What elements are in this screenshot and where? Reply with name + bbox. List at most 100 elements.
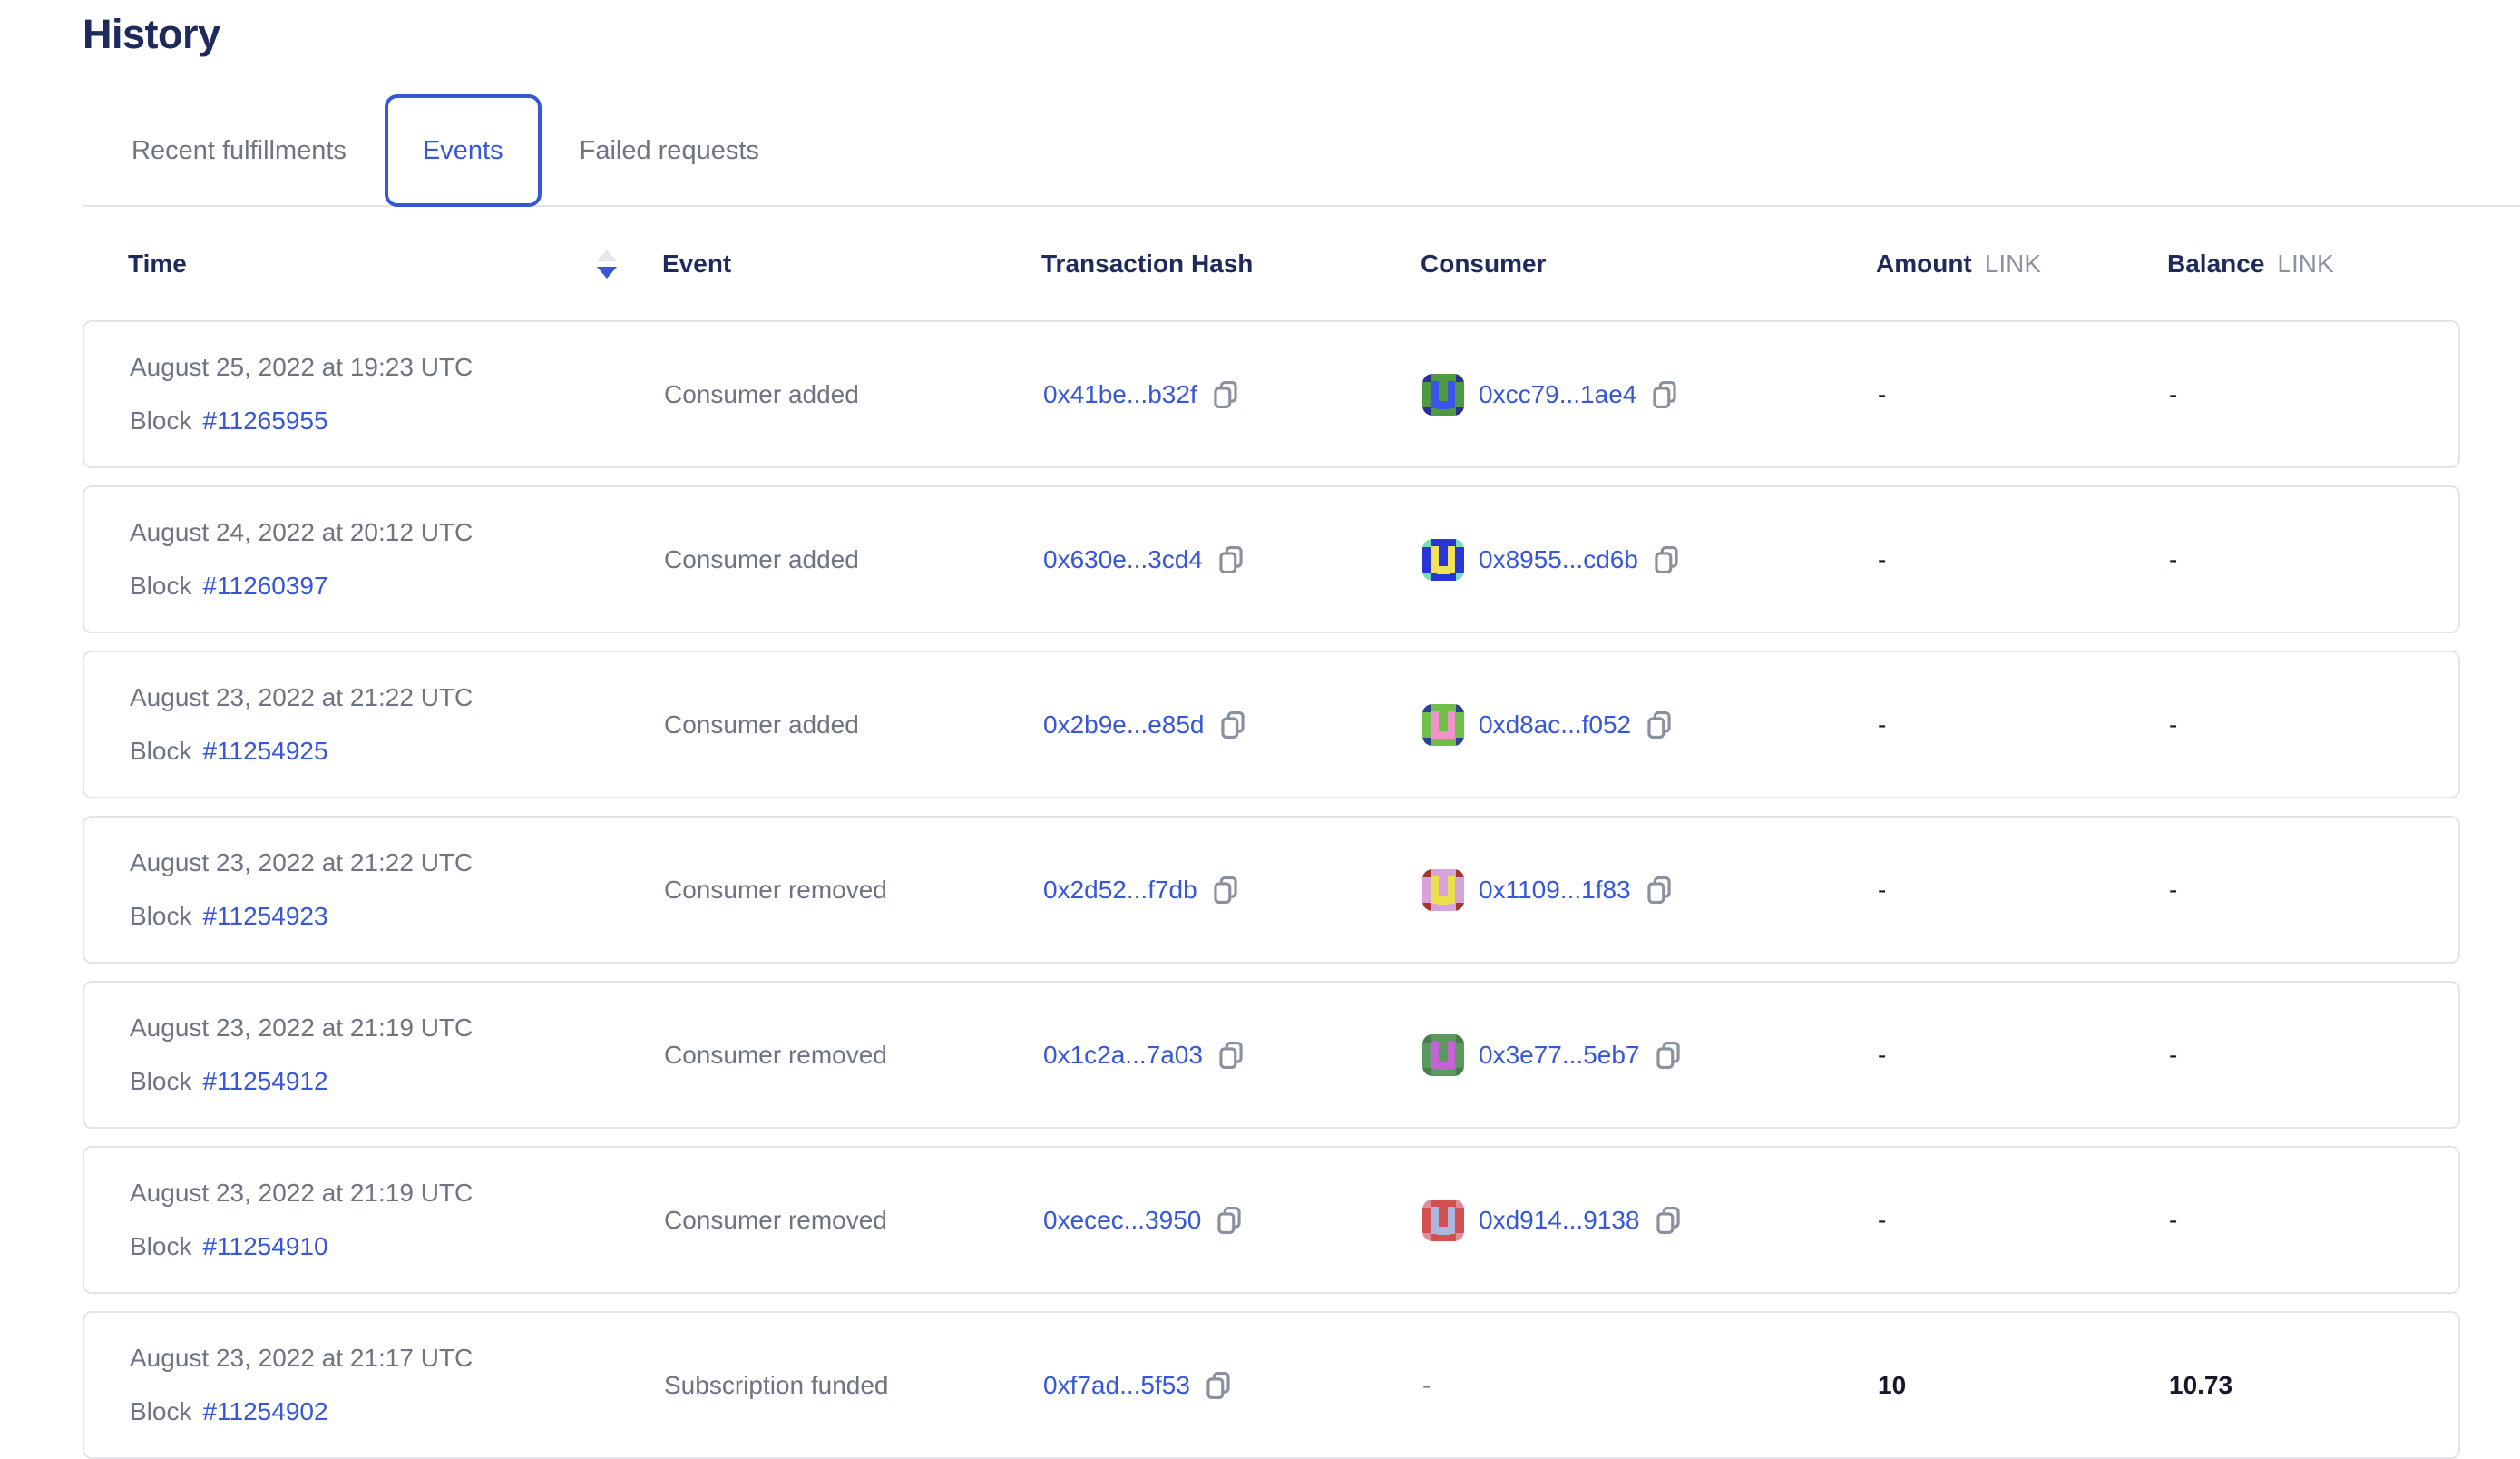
transaction-hash-link[interactable]: 0x1c2a...7a03 — [1043, 1041, 1203, 1070]
block-number-link[interactable]: #11254912 — [202, 1067, 327, 1096]
block-number-link[interactable]: #11260397 — [202, 572, 327, 601]
amount-cell: 10 — [1878, 1371, 2169, 1400]
consumer-cell: - — [1422, 1371, 1878, 1400]
copy-icon[interactable] — [1212, 380, 1239, 409]
event-timestamp: August 24, 2022 at 20:12 UTC — [130, 518, 473, 547]
event-timestamp: August 23, 2022 at 21:22 UTC — [130, 683, 473, 712]
balance-value: - — [2169, 1206, 2177, 1235]
copy-icon[interactable] — [1219, 710, 1246, 739]
column-header-balance: Balance LINK — [2167, 250, 2460, 279]
copy-icon[interactable] — [1216, 1206, 1243, 1235]
tab-failed-requests[interactable]: Failed requests — [542, 94, 797, 207]
block-number-link[interactable]: #11254910 — [202, 1232, 327, 1261]
copy-icon[interactable] — [1217, 1041, 1245, 1070]
event-type: Consumer added — [664, 380, 859, 409]
copy-icon[interactable] — [1646, 710, 1673, 739]
copy-icon[interactable] — [1651, 380, 1678, 409]
sort-desc-icon — [597, 267, 617, 279]
consumer-cell: 0x1109...1f83 — [1422, 869, 1878, 911]
copy-icon[interactable] — [1655, 1206, 1682, 1235]
event-cell: Consumer added — [664, 380, 1043, 409]
block-label: Block — [130, 902, 191, 931]
transaction-hash-link[interactable]: 0x2b9e...e85d — [1043, 710, 1205, 739]
sort-asc-icon — [597, 250, 617, 261]
event-cell: Consumer removed — [664, 876, 1043, 905]
transaction-hash-cell: 0xecec...3950 — [1043, 1206, 1422, 1235]
tab-recent-fulfillments[interactable]: Recent fulfillments — [83, 94, 385, 207]
block-line: Block #11265955 — [130, 406, 328, 436]
balance-value: - — [2169, 380, 2177, 409]
transaction-hash-link[interactable]: 0x630e...3cd4 — [1043, 545, 1203, 574]
event-row: August 25, 2022 at 19:23 UTC Block #1126… — [83, 320, 2460, 468]
transaction-hash-link[interactable]: 0x2d52...f7db — [1043, 876, 1197, 905]
page-title: History — [83, 11, 2460, 58]
time-cell: August 23, 2022 at 21:19 UTC Block #1125… — [84, 1013, 664, 1096]
consumer-address-link[interactable]: 0xd8ac...f052 — [1479, 710, 1631, 739]
consumer-address-link[interactable]: 0xd914...9138 — [1479, 1206, 1640, 1235]
copy-icon[interactable] — [1205, 1371, 1232, 1400]
amount-value: - — [1878, 380, 1886, 409]
transaction-hash-link[interactable]: 0xf7ad...5f53 — [1043, 1371, 1190, 1400]
block-number-link[interactable]: #11254925 — [202, 737, 327, 766]
balance-value: 10.73 — [2169, 1371, 2232, 1400]
event-row: August 24, 2022 at 20:12 UTC Block #1126… — [83, 485, 2460, 633]
consumer-address-link[interactable]: 0x8955...cd6b — [1479, 545, 1638, 574]
amount-column-label: Amount — [1876, 250, 1972, 279]
time-cell: August 24, 2022 at 20:12 UTC Block #1126… — [84, 518, 664, 601]
amount-value: - — [1878, 710, 1886, 739]
event-row: August 23, 2022 at 21:19 UTC Block #1125… — [83, 981, 2460, 1129]
time-column-label: Time — [128, 250, 187, 279]
copy-icon[interactable] — [1653, 545, 1680, 574]
balance-cell: 10.73 — [2169, 1371, 2458, 1400]
block-number-link[interactable]: #11265955 — [202, 406, 327, 436]
sort-indicator-icon[interactable] — [597, 250, 617, 279]
copy-icon[interactable] — [1212, 876, 1239, 905]
event-type: Consumer removed — [664, 876, 887, 905]
transaction-hash-cell: 0xf7ad...5f53 — [1043, 1371, 1422, 1400]
column-header-time[interactable]: Time — [83, 250, 662, 279]
time-cell: August 25, 2022 at 19:23 UTC Block #1126… — [84, 353, 664, 436]
event-row: August 23, 2022 at 21:17 UTC Block #1125… — [83, 1311, 2460, 1459]
consumer-cell: 0x3e77...5eb7 — [1422, 1034, 1878, 1076]
consumer-address-link[interactable]: 0x3e77...5eb7 — [1479, 1041, 1640, 1070]
balance-cell: - — [2169, 1041, 2458, 1070]
event-timestamp: August 23, 2022 at 21:22 UTC — [130, 848, 473, 877]
tab-events[interactable]: Events — [385, 94, 542, 207]
transaction-hash-link[interactable]: 0xecec...3950 — [1043, 1206, 1201, 1235]
balance-cell: - — [2169, 545, 2458, 574]
column-header-event: Event — [662, 250, 1041, 279]
identicon-avatar — [1422, 704, 1464, 746]
consumer-cell: 0xd914...9138 — [1422, 1200, 1878, 1241]
column-header-amount: Amount LINK — [1876, 250, 2167, 279]
copy-icon[interactable] — [1217, 545, 1245, 574]
event-cell: Consumer removed — [664, 1041, 1043, 1070]
block-line: Block #11254923 — [130, 902, 328, 931]
time-cell: August 23, 2022 at 21:19 UTC Block #1125… — [84, 1179, 664, 1261]
amount-cell: - — [1878, 876, 2169, 905]
identicon-avatar — [1422, 1200, 1464, 1241]
block-label: Block — [130, 737, 191, 766]
event-column-label: Event — [662, 250, 731, 279]
block-line: Block #11254925 — [130, 737, 328, 766]
column-header-consumer: Consumer — [1421, 250, 1876, 279]
balance-cell: - — [2169, 710, 2458, 739]
event-type: Subscription funded — [664, 1371, 889, 1400]
tab-bar: Recent fulfillments Events Failed reques… — [83, 94, 2520, 207]
transaction-hash-link[interactable]: 0x41be...b32f — [1043, 380, 1197, 409]
consumer-address-link[interactable]: 0xcc79...1ae4 — [1479, 380, 1636, 409]
identicon-avatar — [1422, 1034, 1464, 1076]
copy-icon[interactable] — [1655, 1041, 1682, 1070]
copy-icon[interactable] — [1646, 876, 1673, 905]
block-number-link[interactable]: #11254902 — [202, 1397, 327, 1426]
transaction-hash-cell: 0x630e...3cd4 — [1043, 545, 1422, 574]
balance-unit-label: LINK — [2277, 250, 2333, 279]
block-label: Block — [130, 1067, 191, 1096]
block-number-link[interactable]: #11254923 — [202, 902, 327, 931]
event-timestamp: August 23, 2022 at 21:19 UTC — [130, 1179, 473, 1208]
amount-value: - — [1878, 876, 1886, 905]
event-timestamp: August 23, 2022 at 21:17 UTC — [130, 1344, 473, 1373]
event-type: Consumer removed — [664, 1206, 887, 1235]
consumer-address-link[interactable]: 0x1109...1f83 — [1479, 876, 1631, 905]
amount-value: - — [1878, 545, 1886, 574]
identicon-avatar — [1422, 869, 1464, 911]
